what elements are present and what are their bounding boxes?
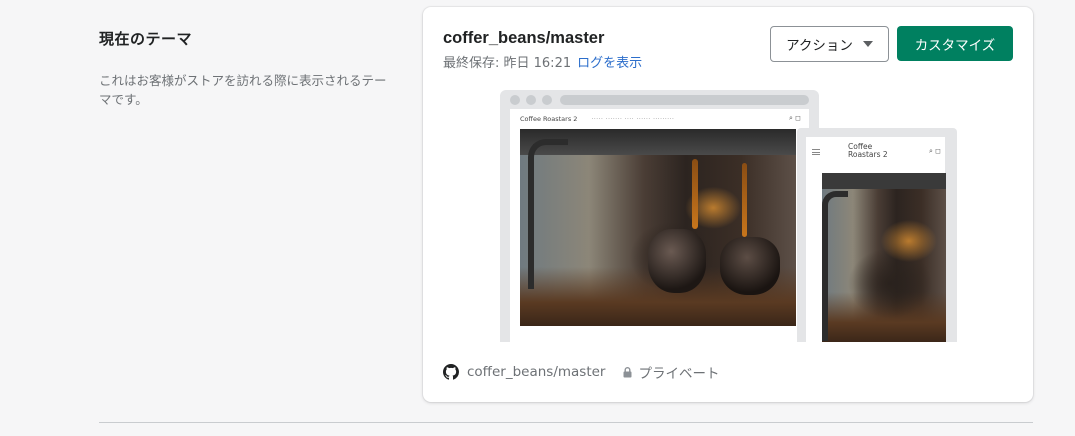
browser-dots: [510, 95, 552, 105]
theme-preview: Coffee Roastars 2 ····· ······· ···· ····…: [500, 90, 960, 342]
actions-button-label: アクション: [786, 38, 853, 54]
theme-meta: coffer_beans/master プライベート: [443, 362, 719, 382]
desktop-nav-links: ····· ······· ···· ······ ·········: [591, 115, 675, 123]
last-saved: 最終保存: 昨日 16:21 ログを表示: [443, 52, 642, 71]
machine-arm: [528, 139, 568, 289]
coffee-pot: [648, 229, 706, 293]
dot-icon: [542, 95, 552, 105]
dot-icon: [526, 95, 536, 105]
machine-arm: [822, 191, 848, 341]
mobile-preview: Coffee Roastars 2 ⌕ ◻: [797, 128, 957, 342]
actions-button[interactable]: アクション: [770, 26, 889, 62]
mobile-logo-line2: Roastars 2: [848, 150, 888, 159]
coffee-pot: [720, 237, 780, 295]
customize-button[interactable]: カスタマイズ: [897, 26, 1013, 61]
mobile-nav-icons: ⌕ ◻: [929, 147, 941, 155]
section-title: 現在のテーマ: [99, 30, 193, 48]
desktop-preview: Coffee Roastars 2 ····· ······· ···· ····…: [500, 90, 819, 342]
coffee-stream: [742, 163, 747, 237]
mobile-hero-image: [822, 173, 946, 342]
desktop-nav: Coffee Roastars 2 ····· ······· ···· ····…: [520, 115, 674, 123]
section-annotation: 現在のテーマ これはお客様がストアを訪れる際に表示されるテーマです。: [99, 28, 389, 109]
repo-name: coffer_beans/master: [467, 364, 606, 380]
dot-icon: [510, 95, 520, 105]
desktop-nav-icons: ⌕ ◻: [789, 114, 801, 122]
view-logs-link[interactable]: ログを表示: [577, 56, 642, 71]
section-description: これはお客様がストアを訪れる際に表示されるテーマです。: [99, 73, 387, 107]
visibility-label: プライベート: [638, 366, 720, 382]
last-saved-text: 最終保存: 昨日 16:21: [443, 56, 572, 71]
github-icon: [443, 364, 459, 380]
section-divider: [99, 422, 1033, 423]
lock-icon: [623, 366, 632, 377]
hamburger-menu-icon: [812, 149, 820, 155]
desktop-logo: Coffee Roastars 2: [520, 115, 578, 123]
current-theme-card: coffer_beans/master 最終保存: 昨日 16:21 ログを表示 …: [423, 7, 1033, 402]
caret-down-icon: [862, 41, 873, 47]
mobile-logo: Coffee Roastars 2: [848, 143, 888, 159]
mobile-page: Coffee Roastars 2 ⌕ ◻: [806, 137, 946, 342]
machine-head: [822, 173, 946, 189]
browser-url-bar: [560, 95, 809, 105]
desktop-page: Coffee Roastars 2 ····· ······· ···· ····…: [510, 109, 809, 342]
theme-name: coffer_beans/master: [443, 29, 605, 47]
coffee-stream: [692, 159, 698, 229]
hero-image: [520, 129, 796, 326]
